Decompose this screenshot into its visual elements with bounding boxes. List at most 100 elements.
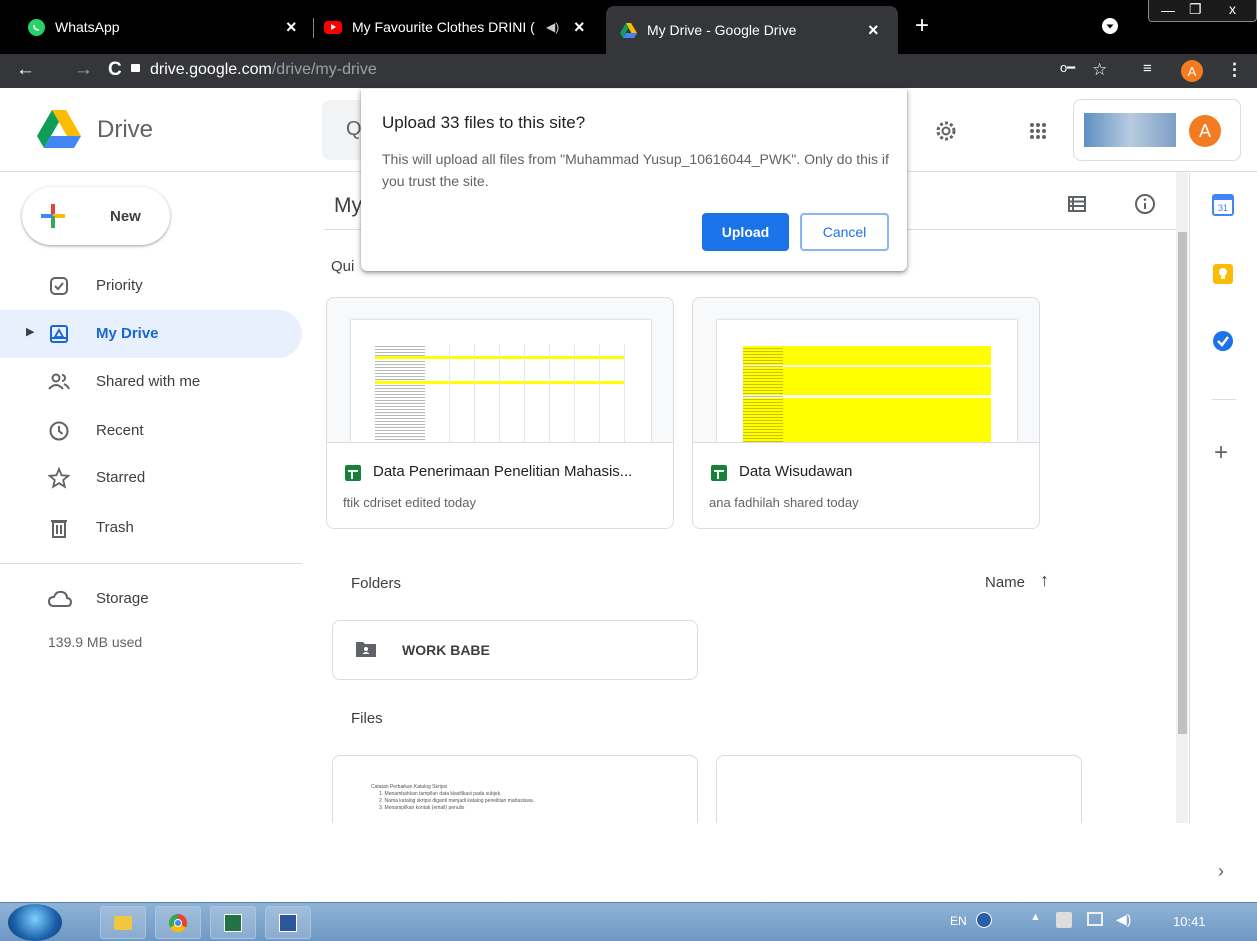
network-icon[interactable] <box>1087 912 1103 926</box>
tab-youtube[interactable]: My Favourite Clothes DRINI ( ◀) × <box>324 8 600 46</box>
card-info: Data Penerimaan Penelitian Mahasis... ft… <box>327 442 673 528</box>
forward-icon[interactable]: → <box>74 59 93 81</box>
page-title[interactable]: My <box>334 194 362 218</box>
chrome-icon <box>169 913 187 932</box>
sort-by-name-button[interactable]: Name <box>985 574 1025 591</box>
media-control-icon[interactable]: ≡ <box>1143 60 1152 77</box>
start-button[interactable] <box>8 904 62 941</box>
speaker-icon[interactable]: ◀) <box>546 20 559 34</box>
whatsapp-icon <box>28 18 45 36</box>
taskbar-word[interactable] <box>265 906 311 939</box>
profile-menu-icon[interactable] <box>1102 18 1118 34</box>
sort-ascending-arrow-icon[interactable]: ↑ <box>1040 570 1049 591</box>
tab-google-drive[interactable]: My Drive - Google Drive × <box>606 6 898 54</box>
sidebar-item-priority[interactable]: Priority <box>0 262 302 310</box>
account-avatar[interactable]: A <box>1189 115 1221 147</box>
file-card[interactable]: Catatan Perbaikan Katalog Skripsi 1. Men… <box>332 755 698 823</box>
folder-icon <box>114 915 132 930</box>
tab-label: My Favourite Clothes DRINI ( <box>352 19 535 35</box>
app-title: Drive <box>97 116 154 143</box>
profile-avatar[interactable]: A <box>1181 60 1203 82</box>
calendar-icon[interactable]: 31 <box>1212 194 1234 221</box>
info-icon[interactable] <box>1134 193 1156 220</box>
tab-separator <box>313 18 314 38</box>
search-icon[interactable]: Q <box>346 118 362 141</box>
sidebar-item-trash[interactable]: Trash <box>0 504 302 552</box>
cancel-button[interactable]: Cancel <box>800 213 889 251</box>
cloud-icon <box>47 588 73 610</box>
sidebar-item-shared-with-me[interactable]: Shared with me <box>0 358 302 406</box>
url-path: /drive/my-drive <box>271 61 377 78</box>
minimize-icon[interactable]: — <box>1161 2 1175 18</box>
new-tab-icon[interactable]: + <box>915 12 929 40</box>
organization-banner-image <box>1084 113 1176 147</box>
google-sheets-icon <box>711 465 727 481</box>
taskbar-chrome[interactable] <box>155 906 201 939</box>
sidebar-item-starred[interactable]: Starred <box>0 454 302 502</box>
shared-folder-icon <box>356 641 376 662</box>
bookmark-star-icon[interactable]: ☆ <box>1092 60 1107 80</box>
sidebar-item-storage[interactable]: Storage <box>0 575 302 623</box>
language-indicator[interactable]: EN <box>950 914 967 928</box>
taskbar-excel[interactable] <box>210 906 256 939</box>
list-view-icon[interactable] <box>1068 196 1086 217</box>
preview-line: Catatan Perbaikan Katalog Skripsi <box>371 784 448 790</box>
scrollbar-thumb[interactable] <box>1178 232 1187 734</box>
new-button[interactable]: New <box>22 187 170 245</box>
reload-icon[interactable]: C <box>108 59 122 81</box>
tab-label: My Drive - Google Drive <box>647 22 797 38</box>
clock-icon <box>48 420 70 442</box>
folder-item[interactable]: WORK BABE <box>332 620 698 680</box>
address-bar[interactable]: drive.google.com/drive/my-drive <box>150 61 377 79</box>
spreadsheet-thumbnail <box>717 320 1017 442</box>
close-window-icon[interactable]: x <box>1229 1 1236 17</box>
close-tab-icon[interactable]: × <box>868 20 879 41</box>
sheet-grid <box>425 344 625 442</box>
new-button-label: New <box>110 208 141 225</box>
excel-icon <box>224 913 242 932</box>
sidebar-item-my-drive[interactable]: ▶ My Drive <box>0 310 302 358</box>
upload-button[interactable]: Upload <box>702 213 789 251</box>
action-center-flag-icon[interactable] <box>1056 912 1072 928</box>
quick-access-label: Qui <box>331 258 355 275</box>
maximize-icon[interactable]: ❐ <box>1189 1 1202 18</box>
folder-name: WORK BABE <box>402 642 490 658</box>
keep-icon[interactable] <box>1212 263 1234 290</box>
tasks-icon[interactable] <box>1212 330 1234 357</box>
browser-tab-strip: WhatsApp × My Favourite Clothes DRINI ( … <box>0 0 1257 54</box>
sidebar-item-recent[interactable]: Recent <box>0 407 302 455</box>
lock-icon <box>131 64 140 72</box>
apps-grid-icon[interactable] <box>1029 122 1047 145</box>
shared-icon <box>48 371 70 393</box>
add-addon-icon[interactable]: + <box>1214 439 1228 467</box>
chrome-menu-icon[interactable]: ⋮ <box>1226 60 1243 80</box>
files-section-label: Files <box>351 710 383 727</box>
back-icon[interactable]: ← <box>16 59 35 81</box>
google-sheets-icon <box>345 465 361 481</box>
chevron-right-icon[interactable]: › <box>1218 861 1224 882</box>
close-tab-icon[interactable]: × <box>286 17 297 38</box>
sidebar-item-label: Storage <box>96 590 149 607</box>
taskbar-explorer[interactable] <box>100 906 146 939</box>
side-panel: 31 + › <box>1189 173 1257 881</box>
file-card[interactable] <box>716 755 1082 823</box>
window-controls: — ❐ x <box>1148 0 1257 22</box>
tab-label: WhatsApp <box>55 19 120 35</box>
dialog-title: Upload 33 files to this site? <box>382 113 586 132</box>
help-icon[interactable] <box>976 912 992 928</box>
settings-gear-icon[interactable] <box>934 119 958 148</box>
tab-whatsapp[interactable]: WhatsApp × <box>28 8 310 46</box>
taskbar-clock[interactable]: 10:41 <box>1173 914 1206 929</box>
expand-arrow-icon[interactable]: ▶ <box>26 325 34 338</box>
quick-access-card[interactable]: Data Penerimaan Penelitian Mahasis... ft… <box>326 297 674 529</box>
close-tab-icon[interactable]: × <box>574 17 585 38</box>
dialog-message: This will upload all files from "Muhamma… <box>382 151 889 189</box>
quick-access-card[interactable]: Data Wisudawan ana fadhilah shared today <box>692 297 1040 529</box>
key-icon[interactable]: o━ <box>1060 60 1075 76</box>
storage-used-text: 139.9 MB used <box>48 634 143 650</box>
youtube-icon <box>324 20 342 34</box>
show-hidden-icons[interactable]: ▲ <box>1030 911 1041 923</box>
spreadsheet-thumbnail <box>351 320 651 442</box>
volume-icon[interactable]: ◀) <box>1116 911 1131 928</box>
drive-logo-icon[interactable] <box>37 110 81 153</box>
